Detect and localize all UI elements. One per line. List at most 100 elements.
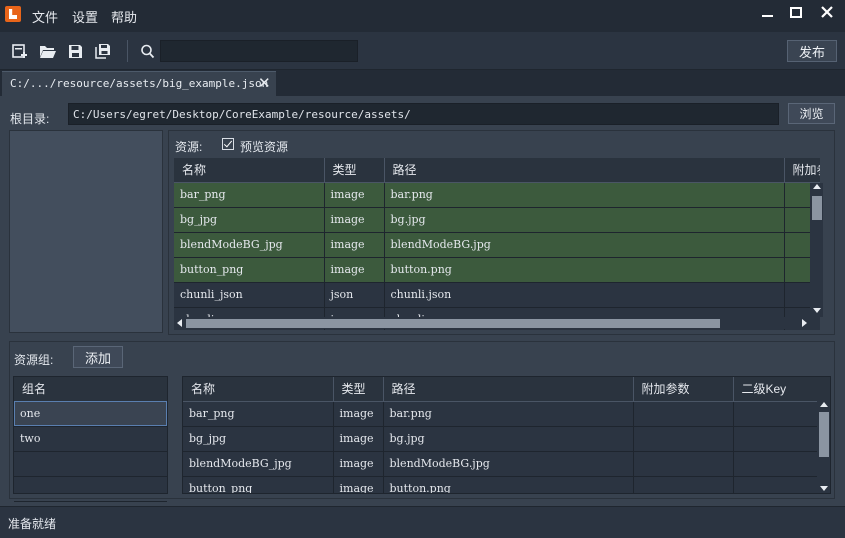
status-bar	[0, 506, 845, 538]
maximize-icon	[790, 6, 802, 18]
cell-type: image	[324, 207, 385, 233]
resource-row[interactable]: chunli_json json chunli.json	[174, 282, 820, 308]
group-col-header-type[interactable]: 类型	[333, 377, 384, 402]
tab-big-example-json[interactable]: C:/.../resource/assets/big_example.json …	[2, 71, 276, 96]
cell-extra	[633, 451, 734, 477]
group-name-cell: two	[14, 426, 167, 452]
cell-extra	[633, 476, 734, 493]
col-header-path[interactable]: 路径	[384, 158, 785, 183]
cell-extra	[633, 426, 734, 452]
search-icon	[138, 42, 156, 60]
cell-path: blendModeBG.jpg	[384, 232, 785, 258]
cell-name: chunli_json	[174, 282, 325, 308]
cell-path: bg.jpg	[384, 207, 785, 233]
col-header-type[interactable]: 类型	[324, 158, 385, 183]
resource-row[interactable]: bar_png image bar.png	[174, 182, 820, 208]
root-dir-field[interactable]: C:/Users/egret/Desktop/CoreExample/resou…	[68, 103, 779, 125]
group-list-item[interactable]: one	[14, 401, 167, 427]
group-col-header-path[interactable]: 路径	[383, 377, 634, 402]
resource-vscroll-thumb[interactable]	[812, 196, 822, 220]
resource-table: 名称 类型 路径 附加参 bar_pngimagebar.pngbg_jpgim…	[174, 158, 820, 330]
browse-button[interactable]: 浏览	[788, 103, 835, 124]
close-icon	[821, 6, 833, 18]
resource-hscroll-thumb[interactable]	[186, 319, 720, 328]
cell-subkey	[733, 426, 830, 452]
group-resource-table: 名称 类型 路径 附加参数 二级Key bar_png image bar.png b…	[182, 376, 831, 494]
cell-type: image	[333, 401, 384, 427]
col-header-name[interactable]: 名称	[174, 158, 325, 183]
cell-name: button_png	[183, 476, 334, 493]
group-resource-row[interactable]: bar_png image bar.png	[183, 401, 830, 427]
menu-file[interactable]: 文件	[32, 7, 58, 26]
tab-label: C:/.../resource/assets/big_example.json	[10, 77, 269, 90]
cell-path: button.png	[384, 257, 785, 283]
cell-name: bar_png	[174, 182, 325, 208]
menu-help[interactable]: 帮助	[111, 7, 137, 26]
cell-type: json	[324, 282, 385, 308]
group-scroll-down-icon[interactable]	[820, 486, 828, 491]
tab-close-icon[interactable]: ✕	[258, 74, 271, 92]
cell-path: bar.png	[384, 182, 785, 208]
cell-extra	[633, 401, 734, 427]
maximize-button[interactable]	[779, 0, 813, 24]
toolbar-separator	[127, 40, 128, 62]
resource-row[interactable]: bg_jpg image bg.jpg	[174, 207, 820, 233]
cell-type: image	[324, 232, 385, 258]
close-window-button[interactable]	[810, 0, 844, 24]
group-col-header-extra[interactable]: 附加参数	[633, 377, 734, 402]
cell-name: bg_jpg	[183, 426, 334, 452]
folder-tree-panel[interactable]	[9, 130, 163, 333]
resource-row[interactable]: blendModeBG_jpg image blendModeBG.jpg	[174, 232, 820, 258]
save-all-icon[interactable]	[94, 42, 112, 60]
app-logo-icon	[5, 6, 21, 22]
cell-type: image	[333, 451, 384, 477]
cell-type: image	[333, 426, 384, 452]
group-vscroll-thumb[interactable]	[819, 412, 829, 457]
cell-subkey	[733, 451, 830, 477]
group-resource-row[interactable]: bg_jpg image bg.jpg	[183, 426, 830, 452]
search-input[interactable]	[160, 40, 358, 62]
root-dir-label: 根目录:	[10, 112, 50, 126]
menu-settings[interactable]: 设置	[72, 7, 98, 26]
group-col-header-subkey[interactable]: 二级Key	[733, 377, 830, 402]
group-resource-row[interactable]: button_png image button.png	[183, 476, 830, 493]
open-folder-icon[interactable]	[38, 42, 56, 60]
group-name-cell	[14, 476, 167, 502]
cell-path: blendModeBG.jpg	[383, 451, 634, 477]
scroll-left-icon[interactable]	[177, 319, 182, 327]
resource-row[interactable]: button_png image button.png	[174, 257, 820, 283]
scroll-up-icon[interactable]	[813, 184, 821, 189]
resource-label: 资源:	[175, 140, 203, 154]
group-list-empty-row	[14, 451, 167, 477]
cell-name: button_png	[174, 257, 325, 283]
group-name-cell: one	[14, 401, 167, 427]
cell-name: blendModeBG_jpg	[174, 232, 325, 258]
group-scroll-up-icon[interactable]	[820, 402, 828, 407]
add-group-button[interactable]: 添加	[73, 346, 123, 368]
group-name-cell	[14, 451, 167, 477]
cell-type: image	[333, 476, 384, 493]
group-list-item[interactable]: two	[14, 426, 167, 452]
cell-name: bar_png	[183, 401, 334, 427]
minimize-icon	[761, 15, 773, 17]
scroll-right-icon[interactable]	[802, 319, 807, 327]
cell-name: bg_jpg	[174, 207, 325, 233]
cell-path: button.png	[383, 476, 634, 493]
col-header-group-name[interactable]: 组名	[14, 377, 167, 402]
resource-group-label: 资源组:	[14, 353, 54, 367]
cell-subkey	[733, 401, 830, 427]
cell-path: chunli.json	[384, 282, 785, 308]
group-resource-row[interactable]: blendModeBG_jpg image blendModeBG.jpg	[183, 451, 830, 477]
preview-label: 预览资源	[240, 140, 289, 154]
col-header-extra[interactable]: 附加参	[784, 158, 820, 183]
save-icon[interactable]	[66, 42, 84, 60]
cell-name: blendModeBG_jpg	[183, 451, 334, 477]
publish-button[interactable]: 发布	[787, 40, 837, 62]
group-col-header-name[interactable]: 名称	[183, 377, 334, 402]
cell-subkey	[733, 476, 830, 493]
cell-type: image	[324, 257, 385, 283]
new-file-icon[interactable]	[11, 42, 29, 60]
cell-path: bar.png	[383, 401, 634, 427]
scroll-down-icon[interactable]	[813, 308, 821, 313]
preview-checkbox[interactable]	[222, 138, 234, 150]
